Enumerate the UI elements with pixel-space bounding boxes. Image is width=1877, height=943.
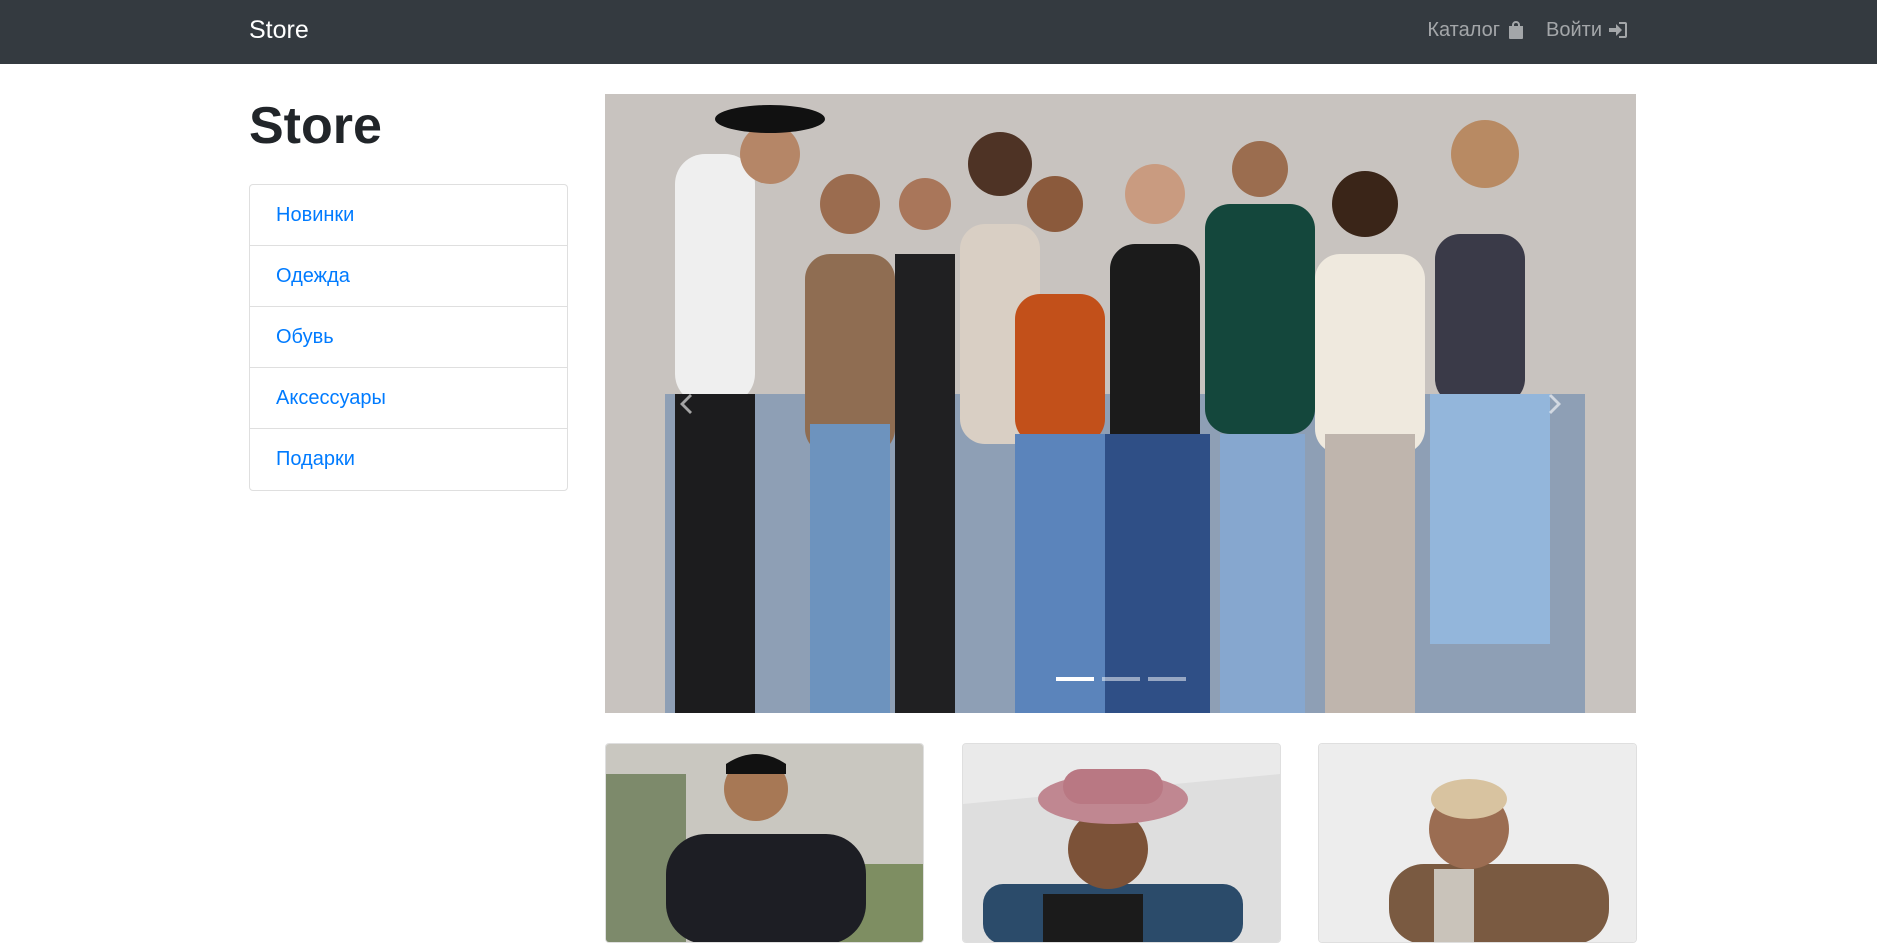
category-item-gifts[interactable]: Подарки	[250, 429, 567, 490]
category-item-new[interactable]: Новинки	[250, 185, 567, 246]
nav-link-catalog[interactable]: Каталог	[1427, 18, 1526, 42]
carousel-indicator-1[interactable]	[1055, 677, 1094, 681]
nav-link-login[interactable]: Войти	[1546, 18, 1628, 42]
nav-link-login-label: Войти	[1546, 19, 1602, 41]
carousel-prev-button[interactable]	[665, 384, 705, 424]
hero-carousel	[605, 94, 1636, 713]
sign-in-icon	[1609, 22, 1627, 38]
chevron-left-icon	[680, 394, 692, 414]
product-card[interactable]	[1318, 743, 1637, 943]
page-title: Store	[249, 97, 382, 155]
category-item-accessories[interactable]: Аксессуары	[250, 368, 567, 429]
category-item-shoes[interactable]: Обувь	[250, 307, 567, 368]
navbar-links: Каталог Войти	[1427, 18, 1628, 42]
group-of-models-photo	[605, 94, 1636, 713]
man-in-pink-bucket-hat-photo	[963, 744, 1280, 942]
nav-link-catalog-label: Каталог	[1427, 19, 1501, 41]
shopping-bag-icon	[1509, 21, 1524, 39]
carousel-next-button[interactable]	[1536, 384, 1576, 424]
product-card[interactable]	[605, 743, 924, 943]
chevron-right-icon	[1549, 394, 1561, 414]
product-card[interactable]	[962, 743, 1281, 943]
carousel-indicator-2[interactable]	[1101, 677, 1140, 681]
category-list: Новинки Одежда Обувь Аксессуары Подарки	[249, 184, 568, 491]
man-in-black-hoodie-photo	[606, 744, 923, 942]
man-in-brown-fleece-photo	[1319, 744, 1636, 942]
carousel-indicator-3[interactable]	[1147, 677, 1186, 681]
top-navbar: Store Каталог Войти	[0, 0, 1877, 64]
category-item-clothing[interactable]: Одежда	[250, 246, 567, 307]
brand-link[interactable]: Store	[249, 15, 309, 45]
carousel-indicators	[605, 677, 1636, 681]
